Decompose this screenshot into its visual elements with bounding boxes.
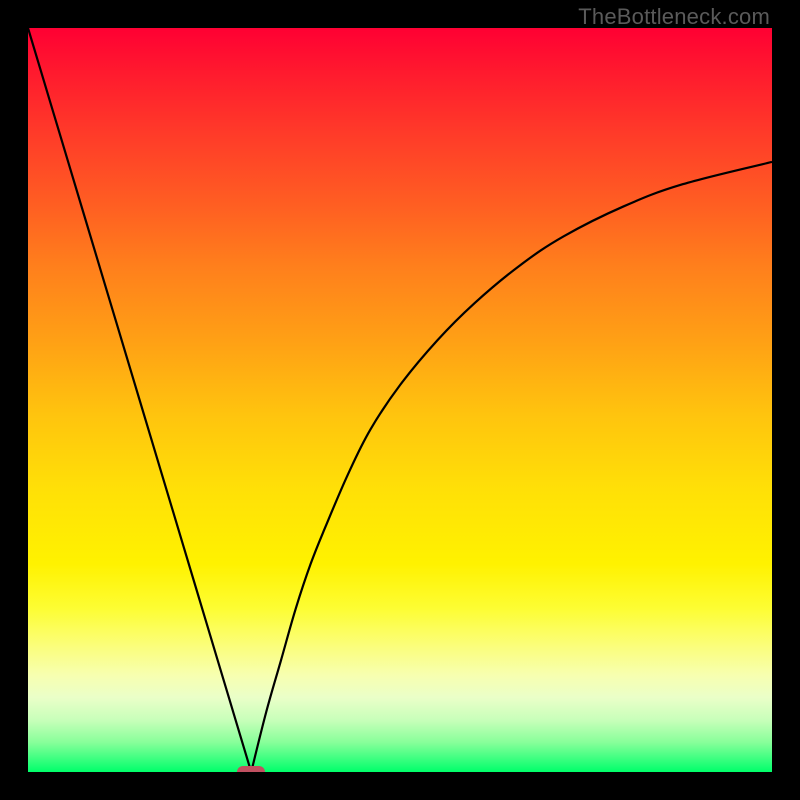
curve-right-branch (251, 162, 772, 772)
curve-left-branch (28, 28, 251, 772)
minimum-marker (237, 766, 265, 772)
plot-area (28, 28, 772, 772)
chart-frame: TheBottleneck.com (0, 0, 800, 800)
bottleneck-curve (28, 28, 772, 772)
watermark-text: TheBottleneck.com (578, 4, 770, 30)
